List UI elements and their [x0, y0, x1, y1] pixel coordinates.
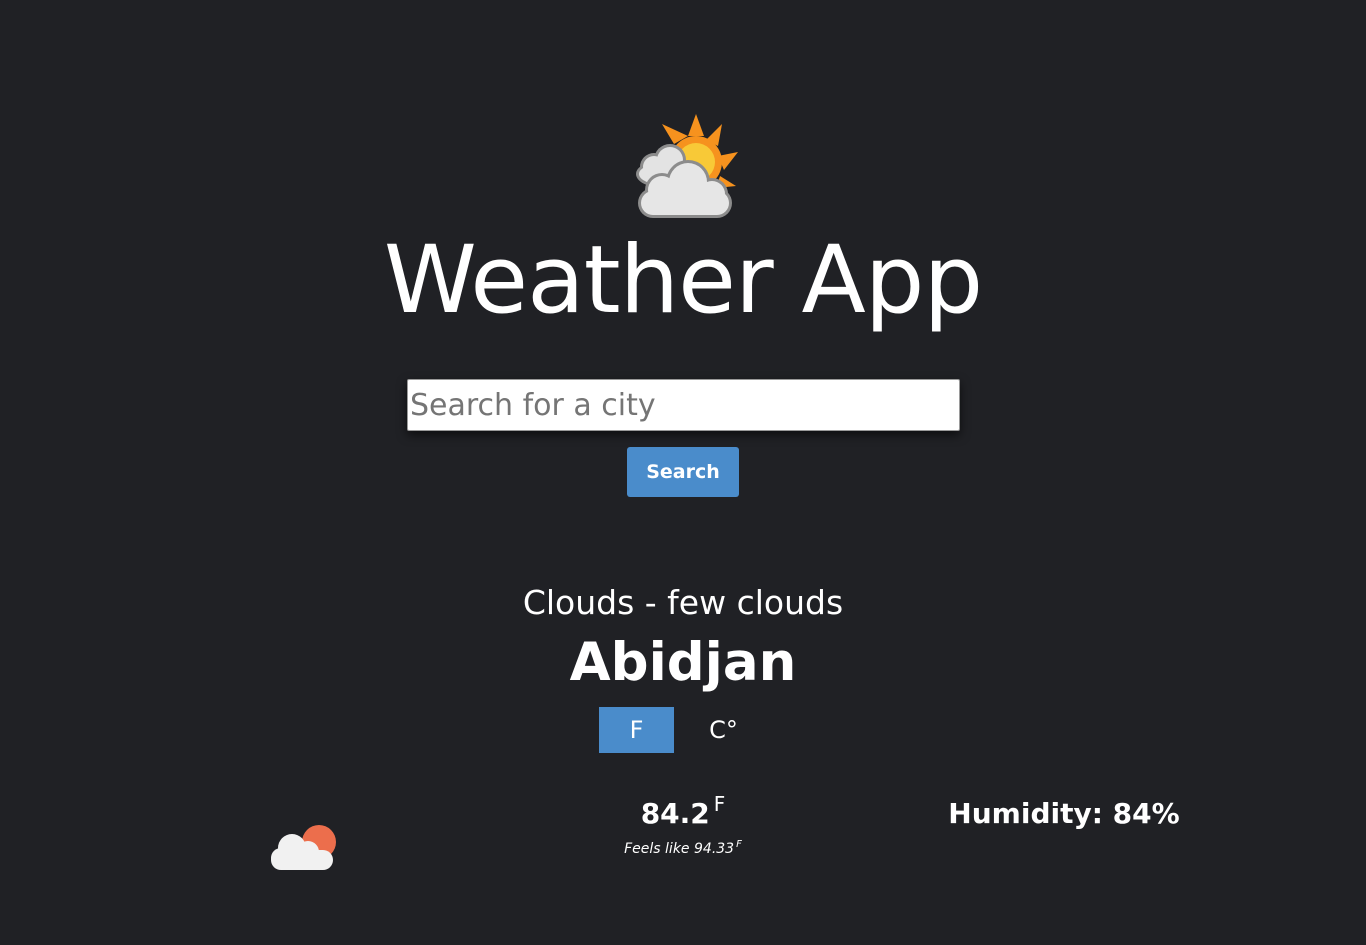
- city-name: Abidjan: [569, 632, 797, 693]
- sun-behind-clouds-icon: [636, 114, 738, 218]
- feels-like-label: Feels like: [624, 841, 690, 857]
- weather-app-page: Weather App Search Clouds - few clouds A…: [0, 0, 1366, 945]
- feels-like-unit: F: [736, 839, 742, 850]
- celsius-toggle-button[interactable]: C°: [686, 707, 761, 753]
- temperature-value: 84.2: [640, 797, 710, 830]
- feels-like-value: 94.33: [694, 841, 735, 857]
- weather-description: Clouds - few clouds: [522, 583, 844, 622]
- city-search-input[interactable]: [407, 379, 960, 431]
- feels-like-readout: Feels like 94.33 F: [583, 838, 783, 860]
- cloud-with-sun-icon: [271, 825, 336, 870]
- app-title: Weather App: [383, 226, 983, 335]
- fahrenheit-toggle-button[interactable]: F: [599, 707, 674, 753]
- search-button[interactable]: Search: [627, 447, 739, 497]
- humidity-readout: Humidity: 84%: [948, 797, 1180, 830]
- temperature-readout: 84.2 F: [583, 794, 783, 834]
- temperature-unit: F: [713, 792, 726, 816]
